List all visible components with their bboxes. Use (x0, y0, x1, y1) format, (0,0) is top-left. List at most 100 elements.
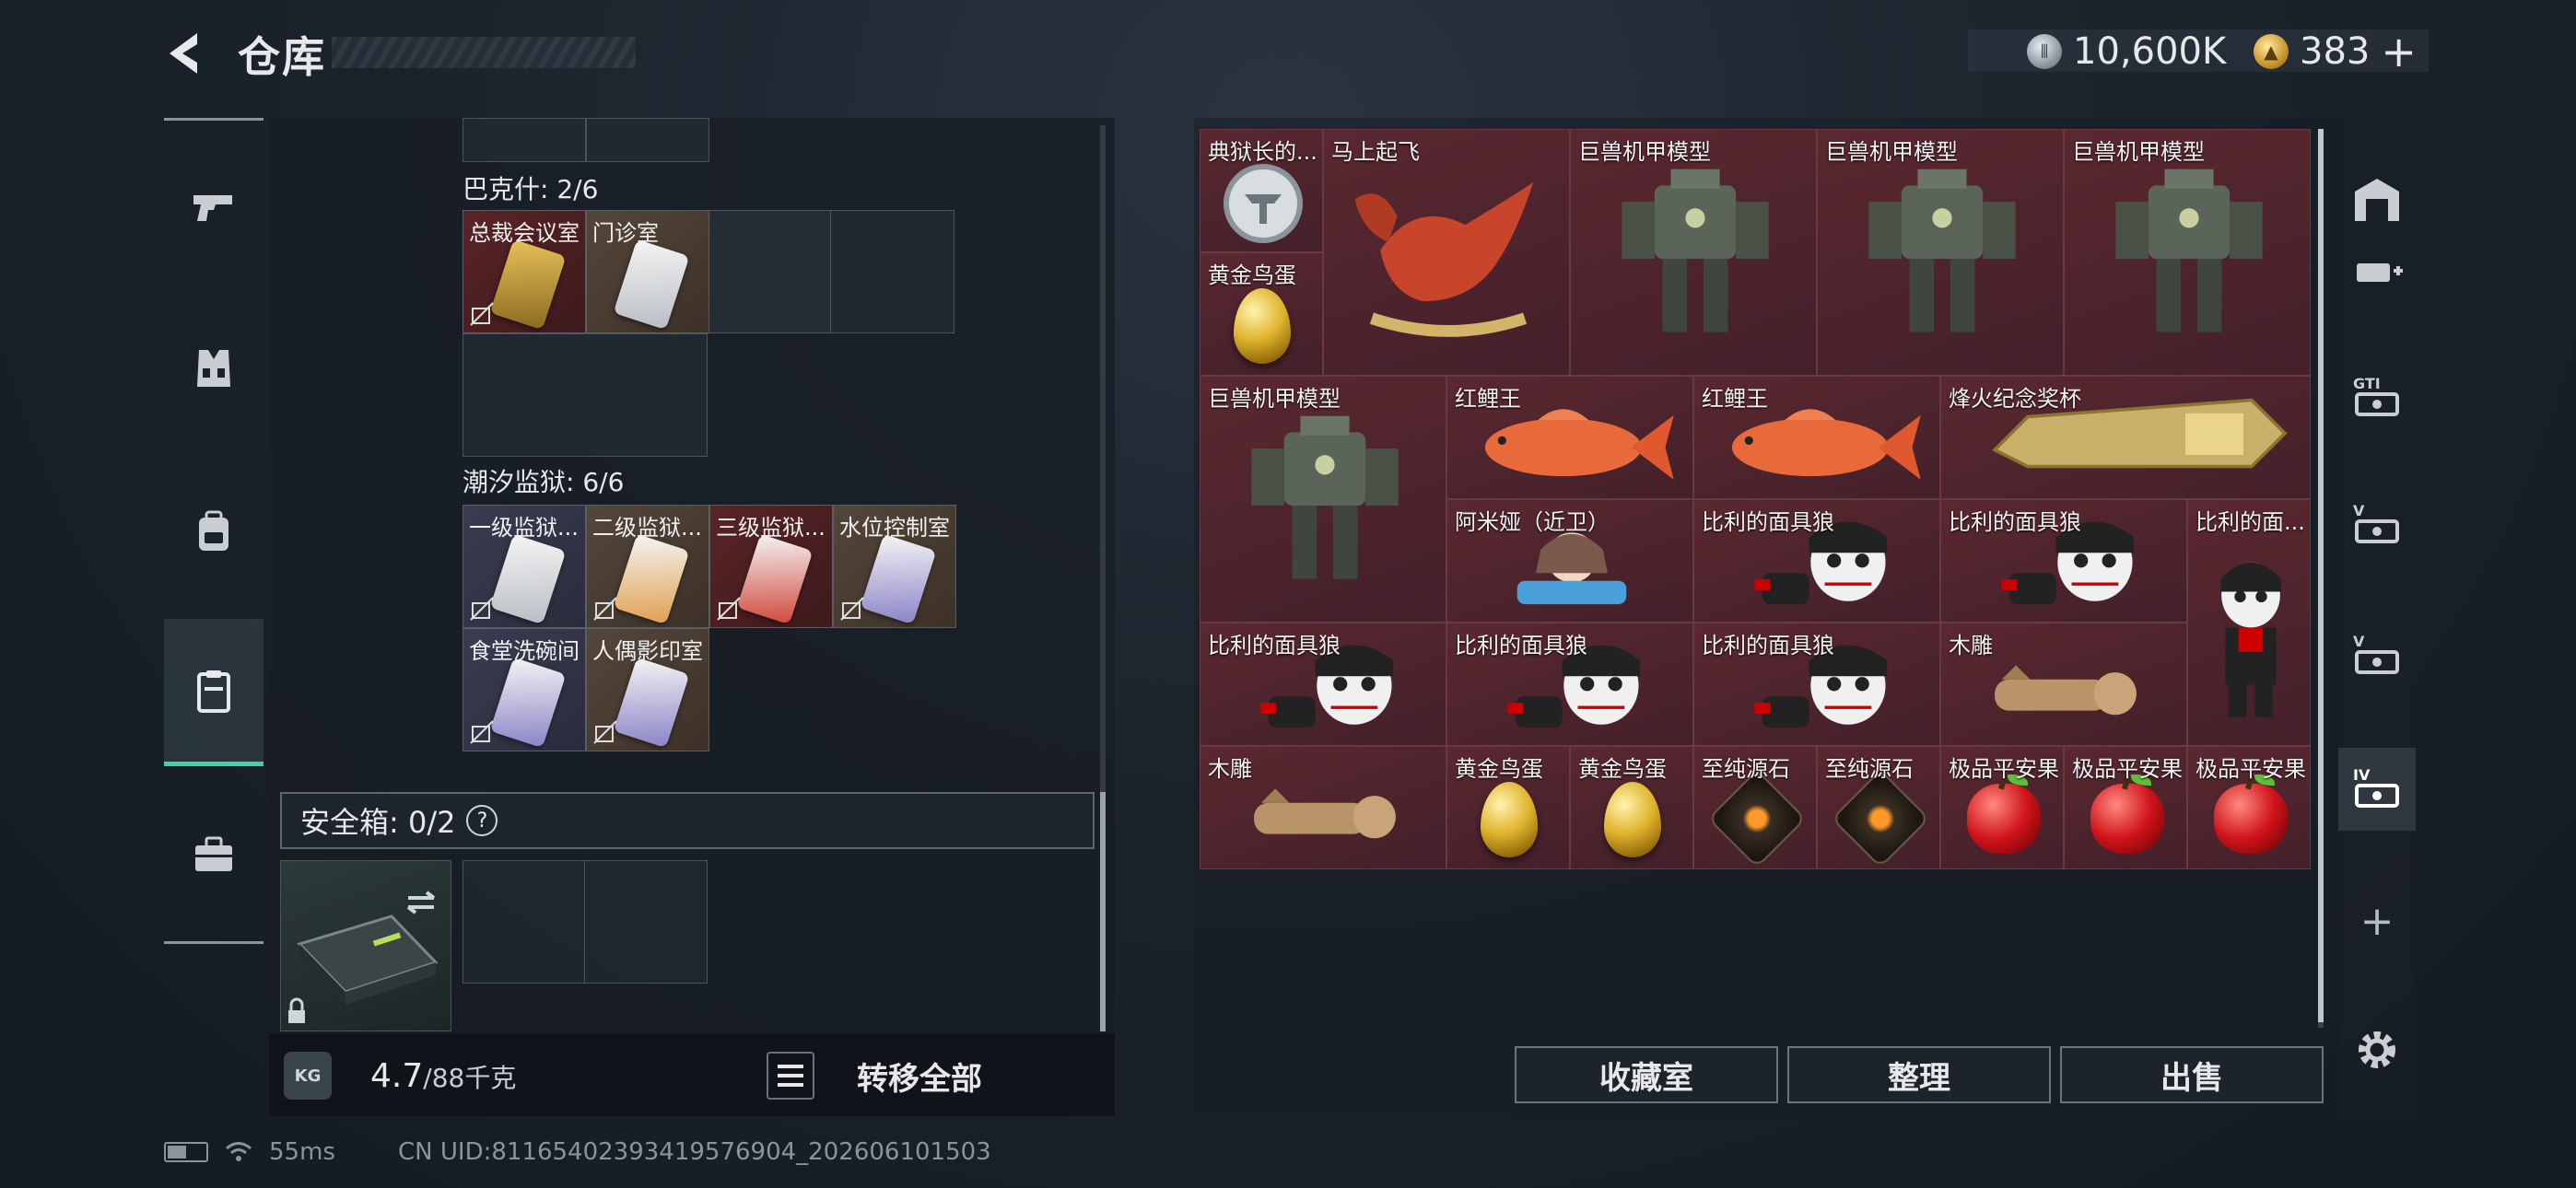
storage-item[interactable]: 巨兽机甲模型 (2064, 129, 2311, 376)
key-item[interactable]: 一级监狱... (463, 505, 586, 628)
sort-button[interactable]: 整理 (1787, 1046, 2051, 1103)
storage-item[interactable]: 木雕 (1940, 623, 2187, 746)
storage-item-label: 典狱长的... (1208, 139, 1317, 165)
clipboard-icon (197, 670, 230, 713)
grid-cell[interactable] (463, 118, 586, 162)
nav-bottom-edge (164, 941, 263, 944)
nav-item-armor[interactable] (164, 313, 263, 424)
settings-gear-icon[interactable] (2338, 1011, 2416, 1089)
help-icon[interactable]: ? (466, 805, 498, 836)
storage-item[interactable]: 巨兽机甲模型 (1570, 129, 1817, 376)
gti-icon[interactable]: GTI (2338, 359, 2416, 437)
storage-item-label: 至纯源石 (1702, 756, 1790, 782)
key-item[interactable]: 门诊室 (586, 210, 709, 333)
storage-item[interactable]: 比利的面具狼 (1200, 623, 1446, 746)
key-grid-bakesh-row2 (463, 333, 708, 457)
collection-button[interactable]: 收藏室 (1515, 1046, 1778, 1103)
pistol-icon (193, 195, 232, 221)
storage-item[interactable]: 烽火纪念奖杯 (1940, 376, 2311, 499)
storage-item-label: 阿米娅（近卫） (1455, 509, 1610, 535)
case-v-icon[interactable]: V (2338, 486, 2416, 564)
storage-item[interactable]: 马上起飞 (1323, 129, 1570, 376)
key-item[interactable]: 食堂洗碗间 (463, 628, 586, 751)
list-view-button[interactable] (767, 1052, 814, 1100)
wifi-icon (226, 1142, 252, 1161)
storage-item[interactable]: 黄金鸟蛋 (1446, 746, 1570, 869)
nav-item-toolbox[interactable] (164, 799, 263, 910)
transfer-all-button[interactable]: 转移全部 (857, 1054, 982, 1099)
svg-text:V: V (2353, 633, 2365, 650)
storage-item[interactable]: 极品平安果 (2187, 746, 2311, 869)
storage-item[interactable]: 红鲤王 (1446, 376, 1693, 499)
slot-divider (584, 860, 585, 984)
add-container-button[interactable]: + (2338, 882, 2416, 960)
storage-item-label: 巨兽机甲模型 (2072, 139, 2205, 165)
grid-cell[interactable] (708, 210, 831, 333)
container-add-icon[interactable] (2338, 234, 2416, 311)
silver-amount: 10,600K (2073, 30, 2227, 73)
storage-item[interactable]: 黄金鸟蛋 (1570, 746, 1693, 869)
case-v2-icon[interactable]: V (2338, 617, 2416, 694)
weight-icon: KG (284, 1052, 332, 1100)
storage-item-label: 比利的面具狼 (1455, 633, 1587, 658)
storage-item[interactable]: 木雕 (1200, 746, 1446, 869)
nav-item-storage[interactable] (164, 619, 263, 766)
storage-item[interactable]: 比利的面... (2187, 499, 2311, 746)
storage-item-label: 黄金鸟蛋 (1208, 262, 1296, 288)
nav-item-backpack[interactable] (164, 477, 263, 588)
section-title-tidal-prison: 潮汐监狱: 6/6 (463, 467, 625, 497)
storage-item-label: 木雕 (1949, 633, 1993, 658)
storage-item-label: 比利的面具狼 (1702, 633, 1834, 658)
storage-item-label: 马上起飞 (1331, 139, 1420, 165)
add-currency-button[interactable]: + (2381, 30, 2417, 73)
storage-item[interactable]: 至纯源石 (1693, 746, 1817, 869)
safe-box-container[interactable] (280, 860, 451, 1031)
key-item[interactable]: 总裁会议室 (463, 210, 586, 333)
battery-icon (164, 1142, 208, 1162)
storage-item[interactable]: 巨兽机甲模型 (1817, 129, 2064, 376)
key-item[interactable]: 二级监狱... (586, 505, 709, 628)
storage-item[interactable]: 黄金鸟蛋 (1200, 252, 1323, 376)
back-button[interactable] (158, 26, 214, 81)
safe-box-header: 安全箱: 0/2 ? (280, 792, 1095, 849)
sell-button[interactable]: 出售 (2060, 1046, 2324, 1103)
key-item[interactable]: 水位控制室 (833, 505, 956, 628)
storage-item-label: 极品平安果 (2195, 756, 2306, 782)
backpack-icon (199, 510, 228, 551)
storage-item[interactable]: 比利的面具狼 (1693, 499, 1940, 623)
storage-item[interactable]: 红鲤王 (1693, 376, 1940, 499)
storage-item[interactable]: 极品平安果 (2064, 746, 2187, 869)
right-scrollbar-thumb[interactable] (2318, 129, 2324, 1022)
storage-item[interactable]: 比利的面具狼 (1693, 623, 1940, 746)
storage-item[interactable]: 比利的面具狼 (1940, 499, 2187, 623)
back-arrow-icon (170, 33, 197, 74)
title-decoration (332, 37, 636, 68)
no-insurance-icon (593, 720, 617, 744)
storage-item[interactable]: 极品平安果 (1940, 746, 2064, 869)
no-insurance-icon (470, 597, 494, 621)
gold-coin-icon: ▲ (2254, 34, 2289, 69)
storage-item[interactable]: 阿米娅（近卫） (1446, 499, 1693, 623)
storage-item[interactable]: 比利的面具狼 (1446, 623, 1693, 746)
safe-case-icon (288, 891, 439, 1023)
storage-item-label: 巨兽机甲模型 (1825, 139, 1958, 165)
storage-item[interactable]: 典狱长的... (1200, 129, 1323, 252)
nav-top-edge (164, 118, 263, 121)
nav-item-weapons[interactable] (164, 151, 263, 262)
safe-box-slots[interactable] (463, 860, 708, 984)
storage-item[interactable]: 至纯源石 (1817, 746, 1940, 869)
gold-amount: 383 (2300, 30, 2371, 73)
storage-item[interactable]: 巨兽机甲模型 (1200, 376, 1446, 623)
key-item[interactable]: 三级监狱... (709, 505, 833, 628)
storage-item-label: 巨兽机甲模型 (1578, 139, 1711, 165)
key-item[interactable]: 人偶影印室 (586, 628, 709, 751)
safe-box-label: 安全箱: 0/2 (300, 805, 456, 840)
case-iv-icon[interactable]: IV (2338, 748, 2416, 831)
left-scrollbar-thumb[interactable] (1100, 792, 1106, 1031)
warehouse-icon[interactable] (2338, 160, 2416, 238)
grid-cell[interactable] (586, 118, 709, 162)
storage-item-label: 木雕 (1208, 756, 1252, 782)
storage-item-label: 至纯源石 (1825, 756, 1914, 782)
storage-item-label: 极品平安果 (2072, 756, 2183, 782)
storage-item-label: 比利的面具狼 (1949, 509, 2081, 535)
